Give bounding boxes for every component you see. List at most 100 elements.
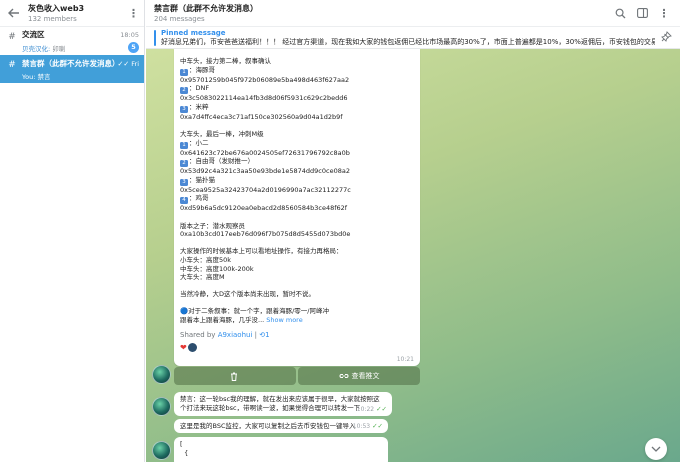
message-line-text: ：小二 <box>189 138 209 147</box>
more-menu-icon[interactable]: ⋮ <box>128 7 139 20</box>
unread-badge: 5 <box>128 42 139 53</box>
chat-title: 交流区 <box>22 30 45 39</box>
sidebar-title-block[interactable]: 灰色收入web3 132 members <box>28 3 128 23</box>
message-line-text: ：鸡哥 <box>189 194 209 203</box>
keycap-number-icon: 1 <box>180 68 188 76</box>
chat-list-panel: 灰色收入web3 132 members ⋮ # 交流区 18:05 贝壳汉化:… <box>0 0 145 462</box>
scroll-to-bottom-button[interactable] <box>645 438 667 460</box>
chat-time: ✓✓ Fri <box>118 60 139 68</box>
back-arrow-icon[interactable] <box>6 5 22 21</box>
keycap-number-icon: 3 <box>180 105 188 113</box>
more-menu-icon[interactable]: ⋮ <box>656 5 672 21</box>
chat-item-topic-2[interactable]: # 禁言群（此群不允许发消息） ✓✓ Fri You: 禁言 <box>0 55 144 83</box>
member-count: 132 members <box>28 15 77 23</box>
message-line <box>180 239 414 248</box>
group-title: 灰色收入web3 <box>28 4 85 13</box>
chat-preview-sender: You: <box>22 72 38 81</box>
chat-preview-sender: 贝壳汉化: <box>22 44 53 53</box>
pinned-message-bar[interactable]: Pinned message 好消息兄弟们，币安爸爸送福利！！！ 经过官方渠道，… <box>146 27 680 49</box>
pinned-indicator <box>154 29 156 46</box>
message-time-text: 10:53 <box>352 423 371 430</box>
chat-time: 18:05 <box>120 31 139 39</box>
double-check-icon: ✓✓ <box>372 422 383 430</box>
conversation-panel: 禁言群（此群不允许发消息） 204 messages ⋮ Pinned mess… <box>146 0 680 462</box>
message-line: 当然冷静，大D这个版本尚未出现，暂时不说。 <box>180 290 316 299</box>
chat-item-topic-1[interactable]: # 交流区 18:05 贝壳汉化: 卯喇 5 <box>0 27 144 55</box>
message-line-text: ：DNF <box>189 84 210 93</box>
message-line: 0x3c5083022114ea14fb3d8d06f5931c629c2bed… <box>180 94 348 103</box>
message-list[interactable]: 中车头，接力第二棒，叙事确认 1 ：海豚哥 0x95701259b045f972b06… <box>146 49 680 462</box>
trash-icon <box>230 372 237 381</box>
keycap-number-icon: 1 <box>180 141 188 149</box>
reactions[interactable]: ❤ <box>180 342 414 352</box>
heart-reaction-icon[interactable]: ❤ <box>180 343 187 352</box>
message-line: 3 ：猫扑猫 <box>180 176 414 186</box>
sender-avatar[interactable] <box>152 365 171 384</box>
sender-avatar[interactable] <box>152 441 171 460</box>
view-tweet-label: 查看推文 <box>351 372 380 380</box>
message-line <box>180 299 414 308</box>
sender-avatar[interactable] <box>152 397 171 416</box>
show-more-link[interactable]: Show more <box>264 316 302 324</box>
shared-by-line: Shared by A9xiaohui | ⟲1 <box>180 331 414 339</box>
message-line: 0xd59b6a5dc9120ea0ebacd2d8560584b3ce48f6… <box>180 204 348 213</box>
message-bubble[interactable]: 中车头，接力第二棒，叙事确认 1 ：海豚哥 0x95701259b045f972b06… <box>174 49 420 366</box>
message-line: 跟着本上跟着海豚，几乎没... Show more <box>180 316 303 325</box>
message-time: 10:22 ✓✓ <box>357 405 387 414</box>
message-bubble[interactable]: 这里是我的BSC监控，大家可以复制之后去币安钱包一键导入 10:53 ✓✓ <box>174 419 388 433</box>
sidebar-toggle-icon[interactable] <box>634 5 650 21</box>
message-text: 这里是我的BSC监控，大家可以复制之后去币安钱包一键导入 <box>180 422 356 430</box>
message-line: 1 ：海豚哥 <box>180 66 414 76</box>
message-line: 🔵对于二条叙事：就一个字，跟着海豚/零一/阿峰冲 <box>180 307 329 316</box>
inline-button-row: 查看推文 <box>174 367 420 385</box>
chat-header-info[interactable]: 禁言群（此群不允许发消息） 204 messages <box>154 3 606 23</box>
message-line <box>180 282 414 291</box>
message-line: 2 ：DNF <box>180 84 414 95</box>
chat-preview-text: 禁言 <box>37 72 51 81</box>
link-icon <box>339 374 348 378</box>
message-count: 204 messages <box>154 15 205 23</box>
message-bubble[interactable]: 禁言：这一轮bsc我的理解，就在发出来应该属于很早，大家就按照这个打法来玩这轮b… <box>174 392 392 416</box>
message-bubble[interactable]: [ { <box>174 437 388 462</box>
shared-by-user[interactable]: A9xiaohui <box>218 331 253 339</box>
search-icon[interactable] <box>612 5 628 21</box>
double-check-icon: ✓✓ <box>117 59 130 68</box>
message-line: 中车头，接力第二棒，叙事确认 <box>180 57 271 65</box>
message-line-text: ：海豚哥 <box>189 65 215 74</box>
message-time: 10:53 ✓✓ <box>353 422 383 431</box>
message-time: 10:21 <box>396 356 414 363</box>
reactor-avatar <box>187 342 197 352</box>
message-line: 大家操作的时候基本上可以看地址操作，有接力再格局： <box>180 247 343 256</box>
delete-button[interactable] <box>174 367 296 385</box>
message-line: 2 ：自由哥（发财推一） <box>180 157 414 168</box>
keycap-number-icon: 2 <box>180 87 188 95</box>
chat-header: 禁言群（此群不允许发消息） 204 messages ⋮ <box>146 0 680 27</box>
message-line: 4 ：鸡哥 <box>180 194 414 205</box>
chat-title: 禁言群（此群不允许发消息） <box>154 4 258 13</box>
message-line: 3 ：米粹 <box>180 103 414 113</box>
message-line: 0x641623c72be676a0024505ef72631796792c8a… <box>180 148 350 157</box>
chat-time-text: Fri <box>131 59 139 68</box>
message-line: 大车头，最后一棒，冲刺M级 <box>180 129 264 138</box>
view-tweet-button[interactable]: 查看推文 <box>298 367 420 385</box>
message-line: 0x53d92c4a321c3aa50e93bde1e5874dd9c0ce08… <box>180 167 350 176</box>
message-text: 中车头，接力第二棒，叙事确认 1 ：海豚哥 0x95701259b045f972b06… <box>180 57 414 325</box>
message-time-text: 10:22 <box>356 406 375 413</box>
message-line: 中车头：高度100k-200k <box>180 264 254 273</box>
message-line-text: ：米粹 <box>189 102 209 111</box>
message-line: 大车头：高度M <box>180 273 225 282</box>
chat-preview: You: 禁言 <box>22 71 50 81</box>
keycap-number-icon: 2 <box>180 160 188 168</box>
shared-by-label: Shared by <box>180 330 218 339</box>
keycap-number-icon: 4 <box>180 197 188 205</box>
message-line: 0xa7d4ffc4eca3c71af150ce302560a9d04a1d2b… <box>180 112 343 121</box>
message-text: [ { <box>180 440 189 457</box>
chat-preview: 贝壳汉化: 卯喇 <box>22 43 65 53</box>
chat-preview-text: 卯喇 <box>52 44 66 53</box>
message-line-text: ：自由哥（发财推一） <box>189 157 254 166</box>
message-line-text: ：猫扑猫 <box>189 175 215 184</box>
chat-title: 禁言群（此群不允许发消息） <box>22 58 118 68</box>
message-line: 小车头：高度50k <box>180 255 232 264</box>
message-line: 0x5cea9525a32423704a2d0196990a7ac3211227… <box>180 185 351 194</box>
pin-list-icon[interactable] <box>661 30 672 45</box>
